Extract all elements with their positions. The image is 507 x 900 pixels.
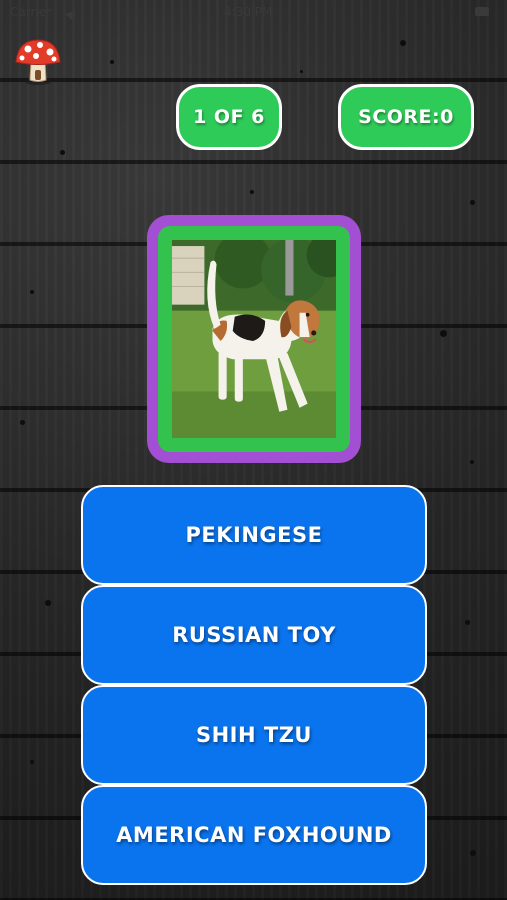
answer-button-pekingese[interactable]: PEKINGESE bbox=[81, 485, 427, 585]
battery-icon bbox=[475, 7, 489, 16]
answer-button-russian-toy[interactable]: RUSSIAN TOY bbox=[81, 585, 427, 685]
wifi-icon bbox=[64, 6, 78, 20]
photo-inner-border bbox=[158, 226, 350, 452]
score-badge: SCORE:0 bbox=[338, 84, 474, 150]
answer-button-american-foxhound[interactable]: AMERICAN FOXHOUND bbox=[81, 785, 427, 885]
carrier-label: Carrier bbox=[10, 5, 52, 19]
clock: 4:30 PM bbox=[224, 5, 273, 19]
question-photo-frame bbox=[147, 215, 361, 463]
mushroom-icon[interactable] bbox=[12, 36, 64, 88]
question-progress-badge: 1 OF 6 bbox=[176, 84, 282, 150]
status-bar: Carrier 4:30 PM bbox=[0, 0, 507, 26]
answer-button-shih-tzu[interactable]: SHIH TZU bbox=[81, 685, 427, 785]
dog-photo bbox=[172, 240, 336, 438]
